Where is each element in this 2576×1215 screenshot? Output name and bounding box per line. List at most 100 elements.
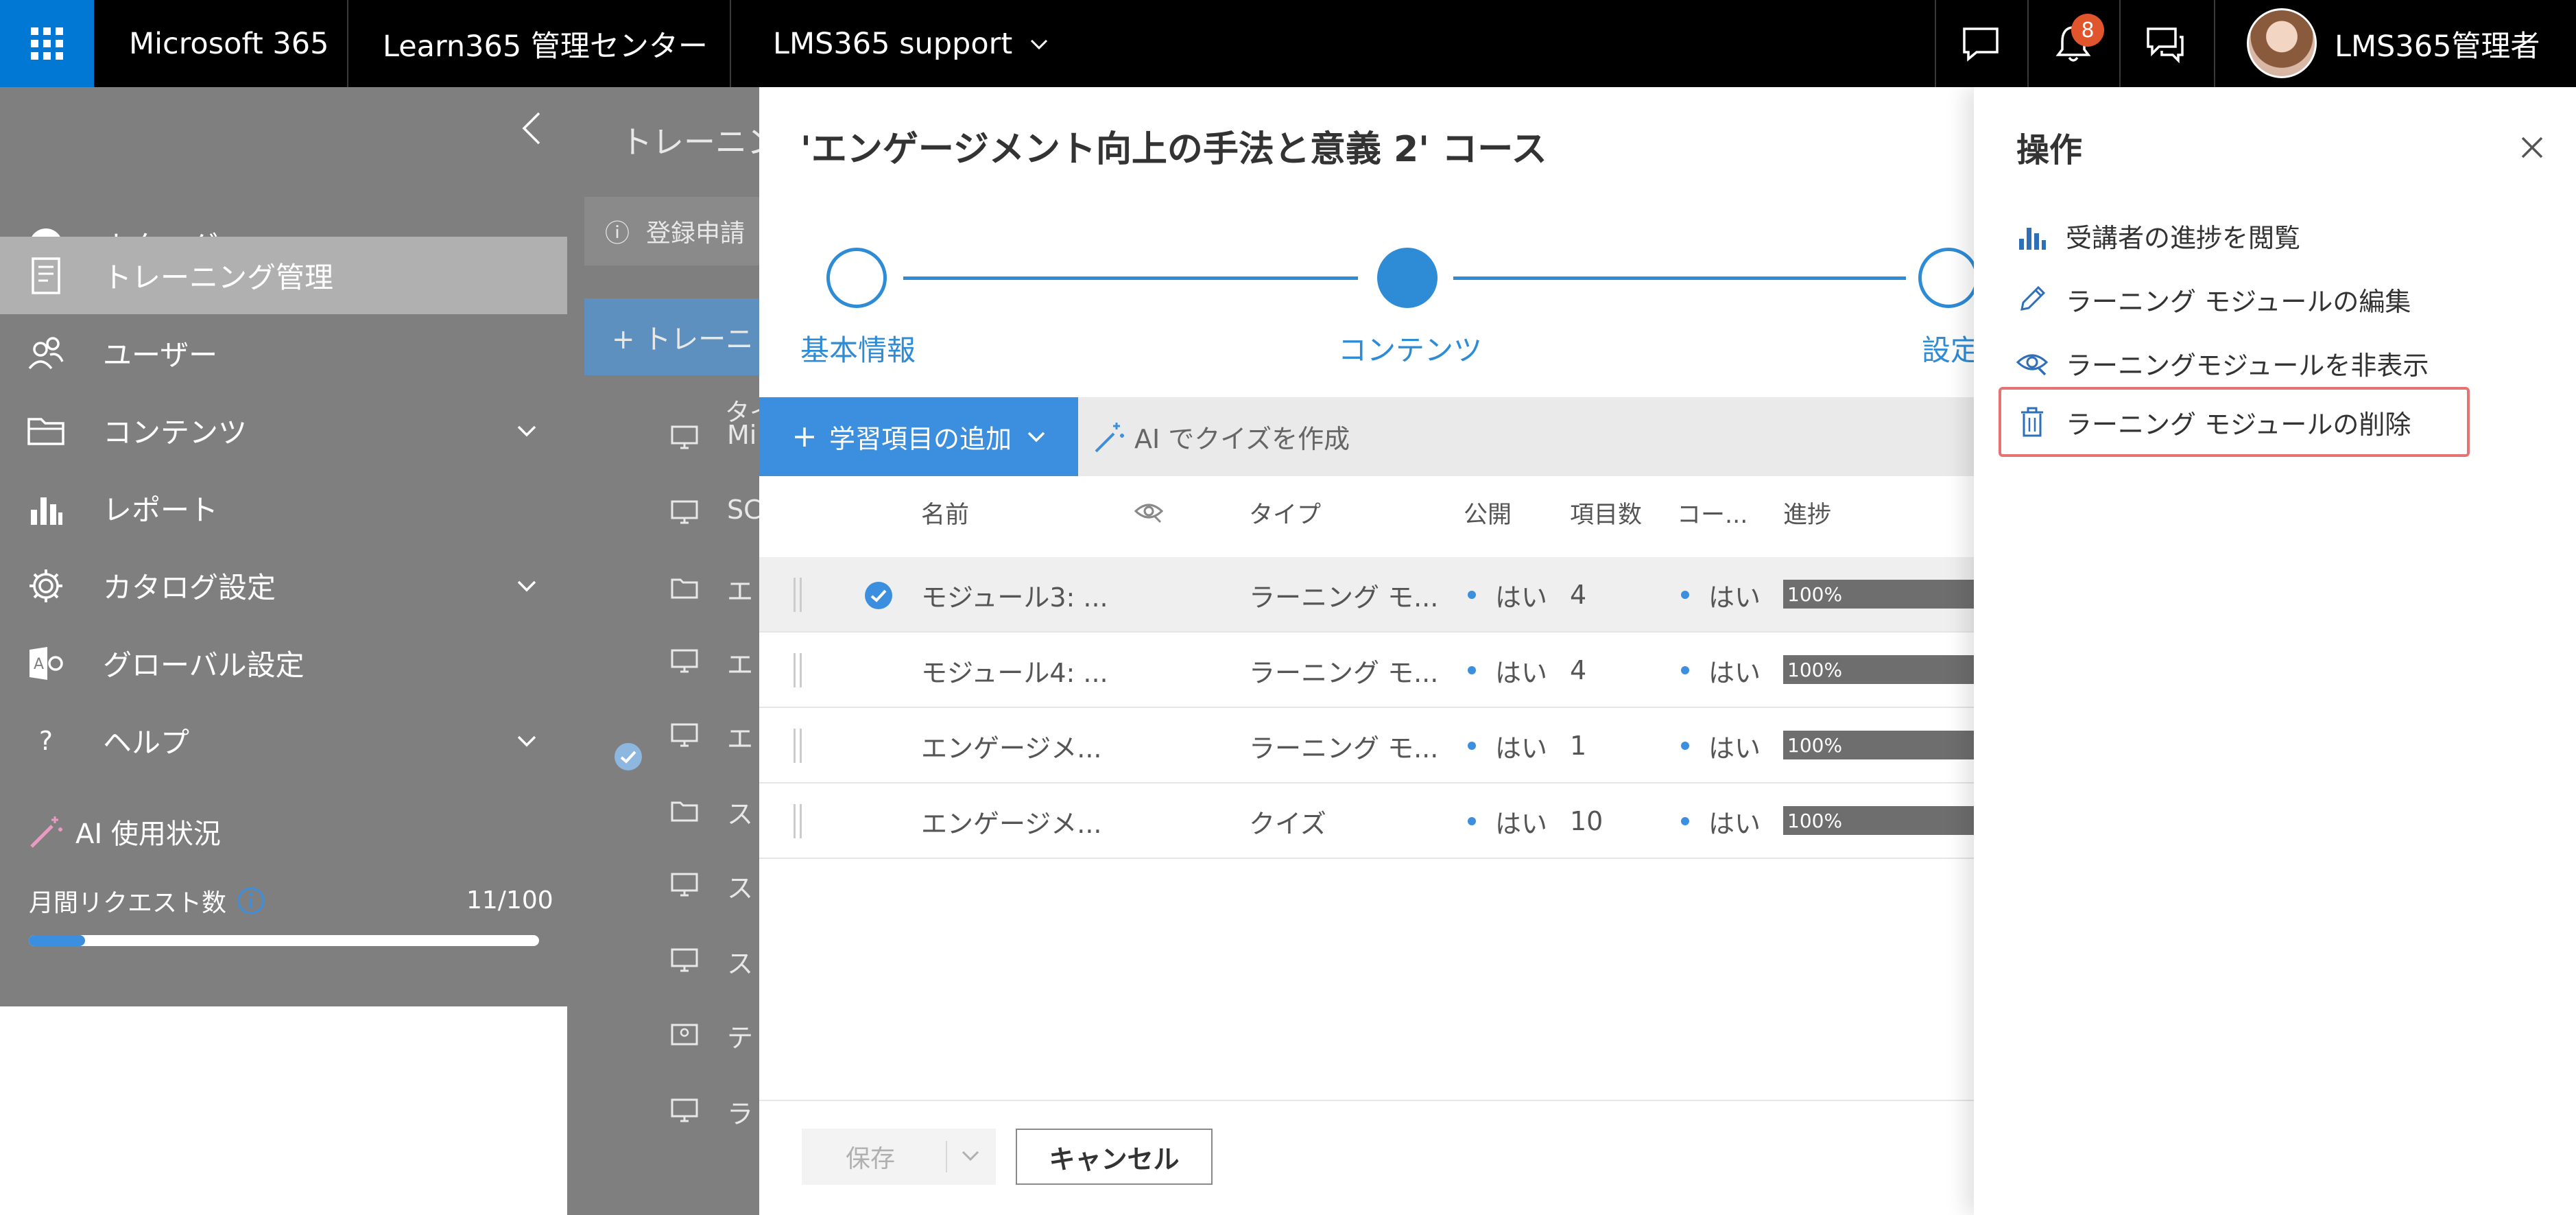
waffle-icon bbox=[30, 27, 63, 60]
notifications-button[interactable] bbox=[2029, 0, 2118, 87]
drag-handle[interactable] bbox=[794, 729, 802, 763]
notification-badge: 8 bbox=[2071, 14, 2104, 47]
global-settings-icon: A bbox=[26, 644, 66, 683]
monitor-icon bbox=[671, 948, 698, 972]
save-button[interactable]: 保存 bbox=[802, 1129, 996, 1185]
view-learner-progress-action[interactable]: 受講者の進捗を閲覧 bbox=[2015, 215, 2300, 256]
action-label: ラーニング モジュールの削除 bbox=[2066, 409, 2411, 440]
column-header-completion[interactable]: コー... bbox=[1677, 495, 1748, 530]
svg-text:A: A bbox=[34, 656, 44, 673]
drag-handle[interactable] bbox=[794, 653, 802, 687]
column-header-name[interactable]: 名前 bbox=[921, 495, 969, 530]
cell-completion: はい bbox=[1681, 708, 1761, 783]
cancel-button[interactable]: キャンセル bbox=[1016, 1129, 1213, 1185]
sidebar-item-contents[interactable]: コンテンツ bbox=[0, 392, 567, 469]
step-circle-basic-info[interactable] bbox=[826, 248, 887, 308]
sidebar-item-label: グローバル設定 bbox=[103, 648, 305, 682]
sidebar-item-global-settings[interactable]: A グローバル設定 bbox=[0, 624, 567, 702]
cell-items: 4 bbox=[1570, 580, 1587, 610]
column-header-progress[interactable]: 進捗 bbox=[1783, 495, 1831, 530]
app-launcher-button[interactable] bbox=[0, 0, 94, 87]
magic-wand-icon bbox=[1095, 422, 1124, 452]
column-header-items[interactable]: 項目数 bbox=[1570, 495, 1642, 530]
sidebar-item-training[interactable]: トレーニング管理 bbox=[0, 237, 567, 314]
plus-icon bbox=[795, 427, 814, 447]
cell-name: エンゲージメ... bbox=[921, 808, 1102, 839]
step-circle-contents[interactable] bbox=[1377, 248, 1438, 308]
chevron-down-icon bbox=[1031, 39, 1048, 49]
divider bbox=[2214, 0, 2215, 87]
chevron-down-icon bbox=[517, 425, 536, 436]
new-training-button[interactable]: + トレーニ bbox=[584, 298, 763, 375]
progress-value: 100% bbox=[1787, 809, 1843, 832]
edit-learning-module-action[interactable]: ラーニング モジュールの編集 bbox=[2015, 279, 2411, 320]
cell-type: ラーニング モ... bbox=[1249, 733, 1439, 764]
drag-handle[interactable] bbox=[794, 578, 802, 612]
sidebar-item-label: コンテンツ bbox=[103, 416, 248, 449]
magic-wand-icon bbox=[30, 816, 62, 848]
step-label-settings[interactable]: 設定 bbox=[1922, 327, 1979, 369]
tenant-name: LMS365 support bbox=[773, 26, 1013, 61]
save-label: 保存 bbox=[846, 1145, 896, 1173]
hide-icon[interactable] bbox=[1133, 497, 1165, 525]
admin-center-title[interactable]: Learn365 管理センター bbox=[383, 0, 708, 87]
info-icon[interactable] bbox=[236, 886, 266, 916]
sidebar-item-catalog-settings[interactable]: カタログ設定 bbox=[0, 547, 567, 624]
dialog-title: 'エンゲージメント向上の手法と意義 2' コース bbox=[800, 129, 1547, 170]
actions-panel-title: 操作 bbox=[2016, 131, 2083, 169]
checkmark-circle-icon[interactable] bbox=[863, 580, 894, 611]
collapse-sidebar-icon[interactable] bbox=[516, 108, 547, 149]
step-label-basic-info[interactable]: 基本情報 bbox=[800, 327, 916, 369]
cell-published: はい bbox=[1468, 633, 1547, 708]
cell-completion: はい bbox=[1681, 783, 1761, 859]
add-learning-item-button[interactable]: 学習項目の追加 bbox=[759, 397, 1078, 476]
sidebar-item-help[interactable]: ? ヘルプ bbox=[0, 702, 567, 779]
monitor-icon bbox=[671, 873, 698, 897]
sidebar-item-label: ヘルプ bbox=[103, 726, 190, 759]
divider bbox=[347, 0, 348, 87]
hide-learning-module-action[interactable]: ラーニングモジュールを非表示 bbox=[2015, 342, 2429, 384]
monthly-requests-value: 11/100 bbox=[466, 886, 553, 915]
whats-new-button[interactable] bbox=[2121, 0, 2210, 87]
user-name[interactable]: LMS365管理者 bbox=[2335, 0, 2540, 87]
contact-icon bbox=[671, 1024, 698, 1046]
app-name[interactable]: Microsoft 365 bbox=[129, 0, 329, 87]
ai-quiz-button[interactable]: AI でクイズを作成 bbox=[1092, 397, 1350, 476]
bar-chart-icon bbox=[2015, 218, 2049, 252]
drag-handle[interactable] bbox=[794, 804, 802, 838]
close-icon[interactable] bbox=[2517, 132, 2547, 163]
tenant-selector[interactable]: LMS365 support bbox=[773, 0, 1051, 87]
feedback-button[interactable] bbox=[1936, 0, 2025, 87]
step-label-contents[interactable]: コンテンツ bbox=[1338, 327, 1482, 369]
sidebar: カタログへ トレーニング管理 ユーザー コンテンツ レポート カタログ設定 A … bbox=[0, 87, 567, 1006]
chart-icon bbox=[26, 488, 66, 528]
progress-bar: 100% bbox=[1783, 580, 1975, 609]
ai-quiz-label: AI でクイズを作成 bbox=[1134, 424, 1350, 454]
sidebar-item-users[interactable]: ユーザー bbox=[0, 314, 567, 392]
monthly-requests-label: 月間リクエスト数 bbox=[29, 889, 227, 917]
help-icon: ? bbox=[38, 725, 53, 756]
cell-published: はい bbox=[1468, 783, 1547, 859]
pencil-icon bbox=[2015, 282, 2049, 316]
sidebar-item-reports[interactable]: レポート bbox=[0, 469, 567, 547]
hide-icon bbox=[2015, 346, 2049, 380]
chevron-down-icon bbox=[1027, 432, 1045, 442]
folder-icon bbox=[26, 411, 66, 451]
column-header-type[interactable]: タイプ bbox=[1249, 495, 1321, 530]
users-icon bbox=[26, 333, 66, 373]
delete-learning-module-action[interactable]: ラーニング モジュールの削除 bbox=[2015, 401, 2411, 443]
checkmark-circle-icon bbox=[615, 743, 642, 770]
chevron-down-icon bbox=[517, 580, 536, 591]
chat-icon bbox=[1963, 27, 1999, 62]
ai-usage-title: AI 使用状況 bbox=[75, 818, 221, 850]
column-header-published[interactable]: 公開 bbox=[1464, 495, 1512, 530]
cell-completion: はい bbox=[1681, 557, 1761, 633]
sidebar-item-label: レポート bbox=[103, 493, 219, 527]
step-circle-settings[interactable] bbox=[1918, 248, 1979, 308]
action-label: ラーニングモジュールを非表示 bbox=[2066, 350, 2429, 381]
chevron-down-icon[interactable] bbox=[958, 1144, 983, 1168]
monitor-icon bbox=[671, 1098, 698, 1122]
avatar[interactable] bbox=[2247, 8, 2317, 78]
monthly-requests: 月間リクエスト数 bbox=[29, 883, 266, 919]
progress-value: 100% bbox=[1787, 658, 1843, 681]
